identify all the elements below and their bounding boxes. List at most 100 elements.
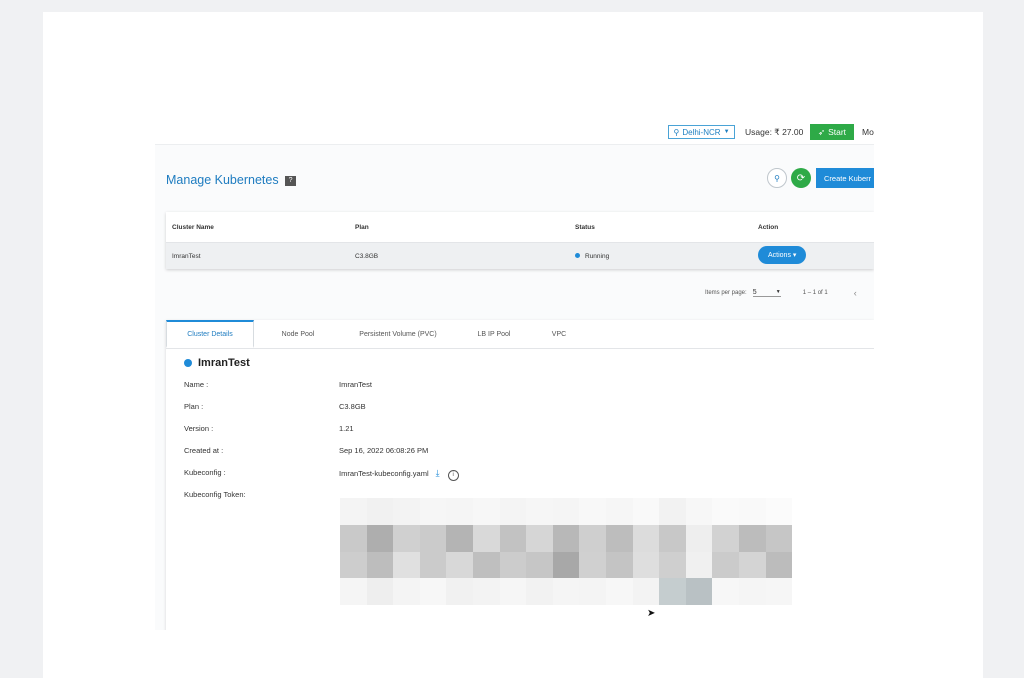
column-header: Cluster Name xyxy=(172,223,214,231)
top-bar: ⚲ Delhi-NCR ▼ Usage: ₹ 27.00 ➶ Start Mo xyxy=(155,124,874,146)
redaction-pixel xyxy=(739,498,766,525)
redaction-pixel xyxy=(419,498,447,525)
redaction-pixel xyxy=(340,578,367,605)
chevron-down-icon: ▼ xyxy=(723,129,730,135)
redaction-pixel xyxy=(632,498,660,525)
redaction-pixel xyxy=(419,578,447,605)
redaction-pixel xyxy=(499,578,527,605)
table-header: Cluster Name Plan Status Action xyxy=(166,212,874,243)
redaction-pixel xyxy=(579,578,606,605)
tab-persistent-volume[interactable]: Persistent Volume (PVC) xyxy=(342,320,454,348)
search-button[interactable]: ⚲ xyxy=(767,168,787,188)
redaction-pixel xyxy=(446,551,473,579)
redaction-pixel xyxy=(632,551,660,579)
redaction-pixel xyxy=(366,498,394,525)
tab-lb-ip-pool[interactable]: LB IP Pool xyxy=(454,320,534,348)
redaction-pixel xyxy=(606,578,633,605)
redaction-pixel xyxy=(739,524,766,552)
actions-button[interactable]: Actions ▾ xyxy=(758,246,807,264)
tab-cluster-details[interactable]: Cluster Details xyxy=(166,320,254,348)
tab-vpc[interactable]: VPC xyxy=(534,320,584,348)
location-pin-icon: ⚲ xyxy=(673,127,680,137)
redaction-pixel xyxy=(552,578,580,605)
redaction-pixel xyxy=(526,498,553,525)
redaction-pixel xyxy=(765,578,793,605)
field-label: Version : xyxy=(184,424,214,433)
redaction-pixel xyxy=(659,524,686,552)
redaction-pixel xyxy=(579,551,606,579)
redaction-pixel xyxy=(712,551,739,579)
redaction-pixel xyxy=(526,578,553,605)
field-label: Kubeconfig : xyxy=(184,468,226,477)
redaction-pixel xyxy=(685,578,713,605)
redaction-pixel xyxy=(712,524,739,552)
redaction-pixel xyxy=(499,551,527,579)
redaction-pixel xyxy=(552,524,580,552)
redaction-pixel xyxy=(712,578,739,605)
redaction-pixel xyxy=(685,498,713,525)
region-selector[interactable]: ⚲ Delhi-NCR ▼ xyxy=(668,125,735,139)
redaction-pixel xyxy=(366,578,394,605)
status-dot-icon xyxy=(184,359,192,367)
column-header: Status xyxy=(575,223,595,231)
table-row[interactable]: ImranTest C3.8GB Running Actions ▾ xyxy=(166,243,874,269)
paginator: Items per page: 5 ▼ 1 – 1 of 1 ‹ xyxy=(705,288,857,298)
redaction-pixel xyxy=(393,551,420,579)
redaction-pixel xyxy=(606,551,633,579)
field-label: Created at : xyxy=(184,446,224,455)
redaction-pixel xyxy=(606,498,633,525)
refresh-button[interactable]: ⟳ xyxy=(791,168,811,188)
redaction-pixel xyxy=(366,524,394,552)
redaction-pixel xyxy=(739,551,766,579)
create-kubernetes-button[interactable]: Create Kuberr xyxy=(816,168,874,188)
redaction-pixel xyxy=(765,524,793,552)
more-menu[interactable]: Mo xyxy=(862,127,874,137)
redaction-pixel xyxy=(552,498,580,525)
redaction-pixel xyxy=(739,578,766,605)
redaction-pixel xyxy=(393,498,420,525)
mouse-cursor-icon: ➤ xyxy=(647,608,656,619)
field-value: 1.21 xyxy=(339,424,354,433)
redaction-pixel xyxy=(552,551,580,579)
page-title-text: Manage Kubernetes xyxy=(166,173,279,187)
redaction-pixel xyxy=(579,524,606,552)
info-icon[interactable]: i xyxy=(447,469,459,481)
chevron-left-icon[interactable]: ‹ xyxy=(854,288,857,298)
column-header: Action xyxy=(758,223,779,231)
redaction-pixel xyxy=(765,551,793,579)
column-header: Plan xyxy=(355,223,369,231)
redaction-pixel xyxy=(340,551,367,579)
start-label: Start xyxy=(828,127,847,137)
status-cell: Running xyxy=(575,253,609,260)
plan-cell: C3.8GB xyxy=(355,252,379,260)
download-icon[interactable]: ⤓ xyxy=(436,468,440,478)
page-size-select[interactable]: 5 ▼ xyxy=(752,289,781,297)
help-icon[interactable]: ? xyxy=(285,175,297,186)
field-label: Plan : xyxy=(184,402,204,411)
redaction-pixel xyxy=(393,578,420,605)
region-label: Delhi-NCR xyxy=(682,127,721,137)
start-button[interactable]: ➶ Start xyxy=(810,124,854,140)
redaction-pixel xyxy=(419,524,447,552)
redacted-token-area xyxy=(340,498,793,605)
redaction-pixel xyxy=(579,498,606,525)
page-range: 1 – 1 of 1 xyxy=(802,290,828,296)
redaction-pixel xyxy=(632,578,660,605)
redaction-pixel xyxy=(446,578,473,605)
tab-node-pool[interactable]: Node Pool xyxy=(254,320,342,348)
redaction-pixel xyxy=(685,524,713,552)
usage-text: Usage: ₹ 27.00 xyxy=(745,127,804,137)
redaction-pixel xyxy=(765,498,793,525)
redaction-pixel xyxy=(393,524,420,552)
redaction-pixel xyxy=(340,524,367,552)
cluster-heading: ImranTest xyxy=(184,357,250,369)
kubeconfig-file-link[interactable]: ImranTest-kubeconfig.yaml xyxy=(339,469,429,478)
field-label: Name : xyxy=(184,380,209,389)
redaction-pixel xyxy=(712,498,739,525)
redaction-pixel xyxy=(606,524,633,552)
redaction-pixel xyxy=(366,551,394,579)
redaction-pixel xyxy=(659,578,686,605)
redaction-pixel xyxy=(685,551,713,579)
redaction-pixel xyxy=(526,524,553,552)
page-size-value: 5 xyxy=(752,289,757,296)
